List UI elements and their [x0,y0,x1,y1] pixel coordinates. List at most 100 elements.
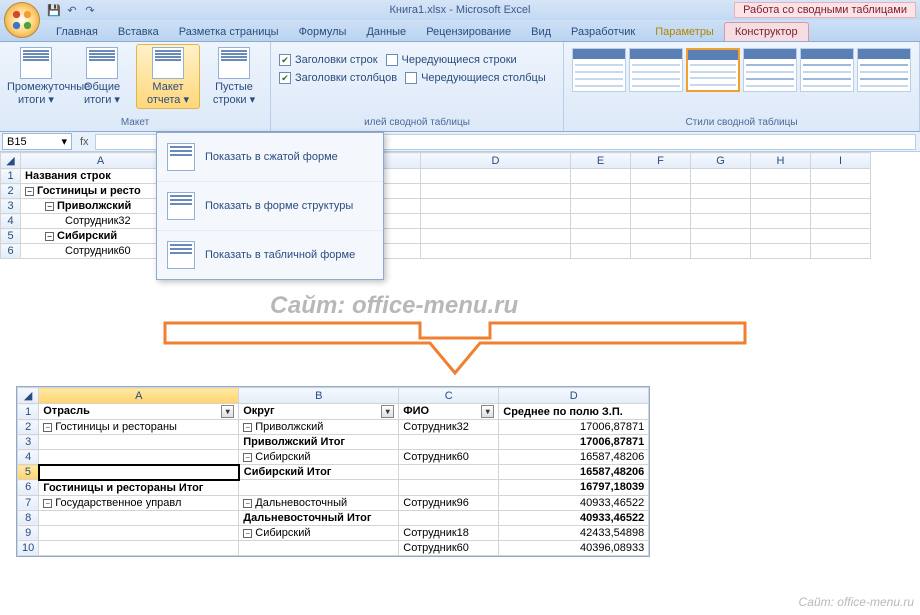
collapse-icon[interactable]: − [243,499,252,508]
cell[interactable]: Округ▾ [239,404,399,420]
collapse-icon[interactable]: − [43,499,52,508]
chevron-down-icon[interactable]: ▾ [61,135,67,148]
cell[interactable]: 40933,46522 [499,495,649,510]
tab-formulas[interactable]: Формулы [289,23,357,41]
tab-home[interactable]: Главная [46,23,108,41]
filter-icon[interactable]: ▾ [221,405,234,418]
filter-icon[interactable]: ▾ [381,405,394,418]
cell[interactable]: Сотрудник60 [399,540,499,555]
collapse-icon[interactable]: − [43,423,52,432]
cell[interactable]: 16797,18039 [499,480,649,496]
banded-cols-checkbox[interactable]: Чередующиеся столбцы [401,70,550,86]
layout-outline-item[interactable]: Показать в форме структуры [157,182,383,231]
cell[interactable]: 42433,54898 [499,525,649,540]
collapse-icon[interactable]: − [243,529,252,538]
collapse-icon[interactable]: − [25,187,34,196]
cell[interactable]: 16587,48206 [499,450,649,465]
cell[interactable] [399,480,499,496]
pivot-styles-gallery[interactable] [568,44,915,116]
cell[interactable] [239,480,399,496]
row-headers-checkbox[interactable]: ✔Заголовки строк [275,52,382,68]
cell[interactable]: 40396,08933 [499,540,649,555]
row-header[interactable]: 8 [18,510,39,525]
cell[interactable] [399,510,499,525]
layout-compact-item[interactable]: Показать в сжатой форме [157,133,383,182]
cell[interactable]: −Сибирский [239,525,399,540]
col-header[interactable]: I [811,153,871,169]
tab-developer[interactable]: Разработчик [561,23,645,41]
fx-icon[interactable]: fx [74,136,95,148]
row-header[interactable]: 4 [18,450,39,465]
row-header[interactable]: 3 [1,199,21,214]
row-header[interactable]: 1 [18,404,39,420]
col-header[interactable]: A [39,388,239,404]
col-header[interactable]: C [399,388,499,404]
cell[interactable] [239,540,399,555]
style-swatch[interactable] [743,48,797,92]
row-header[interactable]: 2 [1,184,21,199]
row-header[interactable]: 1 [1,169,21,184]
row-header[interactable]: 3 [18,435,39,450]
cell[interactable]: −Гостиницы и рестораны [39,420,239,435]
style-swatch[interactable] [857,48,911,92]
report-layout-button[interactable]: Макет отчета ▾ [136,44,200,109]
cell[interactable]: 17006,87871 [499,420,649,435]
office-button[interactable] [4,2,40,38]
cell[interactable]: Сотрудник18 [399,525,499,540]
style-swatch-selected[interactable] [686,48,740,92]
col-header[interactable]: H [751,153,811,169]
cell[interactable]: Среднее по полю З.П. [499,404,649,420]
subtotals-button[interactable]: Промежуточные итоги ▾ [4,44,68,109]
col-header[interactable]: D [499,388,649,404]
tab-review[interactable]: Рецензирование [416,23,521,41]
row-header[interactable]: 4 [1,214,21,229]
cell[interactable]: Сотрудник96 [399,495,499,510]
col-header[interactable]: G [691,153,751,169]
row-header[interactable]: 6 [1,244,21,259]
blank-rows-button[interactable]: Пустые строки ▾ [202,44,266,109]
cell[interactable]: −Государственное управл [39,495,239,510]
cell[interactable]: Сотрудник60 [399,450,499,465]
row-header[interactable]: 5 [18,465,39,480]
style-swatch[interactable] [800,48,854,92]
collapse-icon[interactable]: − [243,453,252,462]
row-header[interactable]: 10 [18,540,39,555]
row-header[interactable]: 7 [18,495,39,510]
cell[interactable]: Дальневосточный Итог [239,510,399,525]
cell[interactable]: Сибирский Итог [239,465,399,480]
grandtotals-button[interactable]: Общие итоги ▾ [70,44,134,109]
tab-view[interactable]: Вид [521,23,561,41]
cell[interactable] [39,510,239,525]
style-swatch[interactable] [572,48,626,92]
name-box[interactable]: B15▾ [2,133,72,150]
save-icon[interactable]: 💾 [46,2,62,18]
row-header[interactable]: 9 [18,525,39,540]
undo-icon[interactable]: ↶ [64,2,80,18]
banded-rows-checkbox[interactable]: Чередующиеся строки [382,52,521,68]
col-header[interactable]: B [239,388,399,404]
cell[interactable] [399,465,499,480]
cell[interactable]: −Дальневосточный [239,495,399,510]
cell[interactable] [39,450,239,465]
tab-design[interactable]: Конструктор [724,22,809,41]
col-headers-checkbox[interactable]: ✔Заголовки столбцов [275,70,401,86]
tab-data[interactable]: Данные [356,23,416,41]
cell[interactable]: Сотрудник32 [399,420,499,435]
select-all-corner[interactable]: ◢ [18,388,39,404]
row-header[interactable]: 2 [18,420,39,435]
select-all-corner[interactable]: ◢ [1,153,21,169]
cell[interactable]: 17006,87871 [499,435,649,450]
cell[interactable]: Отрасль▾ [39,404,239,420]
cell[interactable] [39,435,239,450]
layout-tabular-item[interactable]: Показать в табличной форме [157,231,383,279]
cell[interactable]: −Сибирский [239,450,399,465]
col-header[interactable]: F [631,153,691,169]
cell[interactable]: Гостиницы и рестораны Итог [39,480,239,496]
cell[interactable]: ФИО▾ [399,404,499,420]
cell[interactable]: 16587,48206 [499,465,649,480]
style-swatch[interactable] [629,48,683,92]
col-header[interactable]: D [421,153,571,169]
cell[interactable] [39,525,239,540]
row-header[interactable]: 6 [18,480,39,496]
collapse-icon[interactable]: − [243,423,252,432]
